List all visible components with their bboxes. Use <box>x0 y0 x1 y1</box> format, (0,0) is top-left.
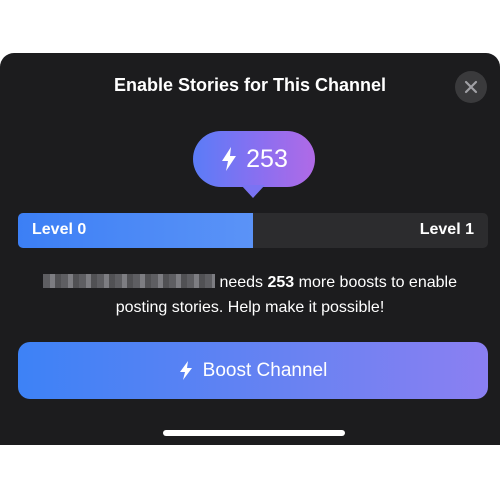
level-progress-bar: Level 0 Level 1 <box>18 213 488 248</box>
next-level-label: Level 1 <box>419 221 474 238</box>
home-indicator <box>163 430 345 436</box>
close-icon <box>464 80 478 94</box>
bubble-pointer <box>241 185 265 198</box>
close-button[interactable] <box>455 71 487 103</box>
boost-channel-label: Boost Channel <box>202 359 328 381</box>
boost-channel-button[interactable]: Boost Channel <box>18 342 488 399</box>
boost-count-bubble: 253 <box>193 131 315 187</box>
message-needs: needs <box>215 274 268 291</box>
message-boost-count: 253 <box>267 274 295 291</box>
boost-sheet: Enable Stories for This Channel 253 Leve… <box>0 53 500 445</box>
boost-count: 253 <box>246 144 288 173</box>
boost-message: needs 253 more boosts to enable posting … <box>30 270 470 320</box>
current-level-label: Level 0 <box>32 221 87 238</box>
dialog-title: Enable Stories for This Channel <box>113 75 387 95</box>
redacted-channel-name <box>43 274 216 288</box>
lightning-bolt-icon <box>179 361 192 380</box>
lightning-bolt-icon <box>222 147 237 171</box>
